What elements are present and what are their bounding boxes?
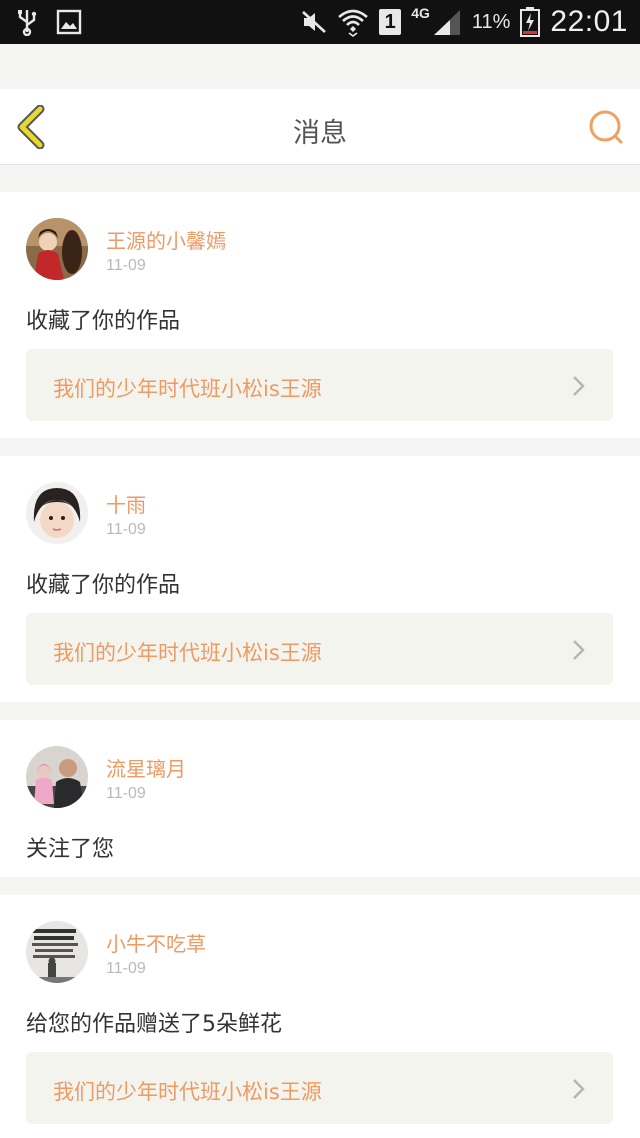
- battery-charging-icon: [520, 7, 541, 37]
- usb-icon: [18, 10, 37, 36]
- network-type: 4G: [411, 5, 430, 21]
- message-card: 十雨 11-09 收藏了你的作品 我们的少年时代班小松is王源: [0, 456, 640, 702]
- wifi-icon: [338, 9, 369, 37]
- avatar[interactable]: [26, 746, 88, 808]
- message-date: 11-09: [106, 785, 146, 802]
- search-icon: [589, 110, 623, 144]
- work-link[interactable]: 我们的少年时代班小松is王源: [26, 1052, 613, 1124]
- page-title: 消息: [293, 118, 347, 149]
- avatar[interactable]: [26, 218, 88, 280]
- avatar[interactable]: [26, 921, 88, 983]
- clock: 22:01: [550, 5, 628, 38]
- avatar[interactable]: [26, 482, 88, 544]
- username[interactable]: 小牛不吃草: [106, 928, 206, 957]
- work-title: 我们的少年时代班小松is王源: [53, 1080, 322, 1104]
- work-title: 我们的少年时代班小松is王源: [53, 377, 322, 401]
- message-date: 11-09: [106, 257, 146, 274]
- message-text: 收藏了你的作品: [26, 573, 181, 598]
- username[interactable]: 十雨: [106, 489, 146, 518]
- search-button[interactable]: [586, 107, 626, 147]
- username[interactable]: 流星璃月: [106, 753, 186, 782]
- username[interactable]: 王源的小馨嫣: [106, 225, 226, 254]
- battery-percent: 11%: [471, 10, 511, 33]
- nav-bar: 消息: [0, 89, 640, 165]
- mute-icon: [302, 11, 327, 33]
- message-text: 关注了您: [26, 837, 115, 862]
- work-link[interactable]: 我们的少年时代班小松is王源: [26, 349, 613, 421]
- status-bar: 1 4G 11% 22:01: [0, 0, 640, 44]
- work-link[interactable]: 我们的少年时代班小松is王源: [26, 613, 613, 685]
- message-date: 11-09: [106, 521, 146, 538]
- message-text: 收藏了你的作品: [26, 309, 181, 334]
- message-text: 给您的作品赠送了5朵鲜花: [26, 1012, 282, 1037]
- message-card: 流星璃月 11-09 关注了您: [0, 720, 640, 877]
- gallery-icon: [56, 9, 82, 35]
- chevron-right-icon: [573, 376, 585, 396]
- message-card: 小牛不吃草 11-09 给您的作品赠送了5朵鲜花 我们的少年时代班小松is王源: [0, 895, 640, 1138]
- sim-badge: 1: [379, 9, 402, 35]
- work-title: 我们的少年时代班小松is王源: [53, 641, 322, 665]
- chevron-right-icon: [573, 640, 585, 660]
- message-date: 11-09: [106, 960, 146, 977]
- message-card: 王源的小馨嫣 11-09 收藏了你的作品 我们的少年时代班小松is王源: [0, 192, 640, 438]
- chevron-right-icon: [573, 1079, 585, 1099]
- signal-icon: [433, 10, 460, 35]
